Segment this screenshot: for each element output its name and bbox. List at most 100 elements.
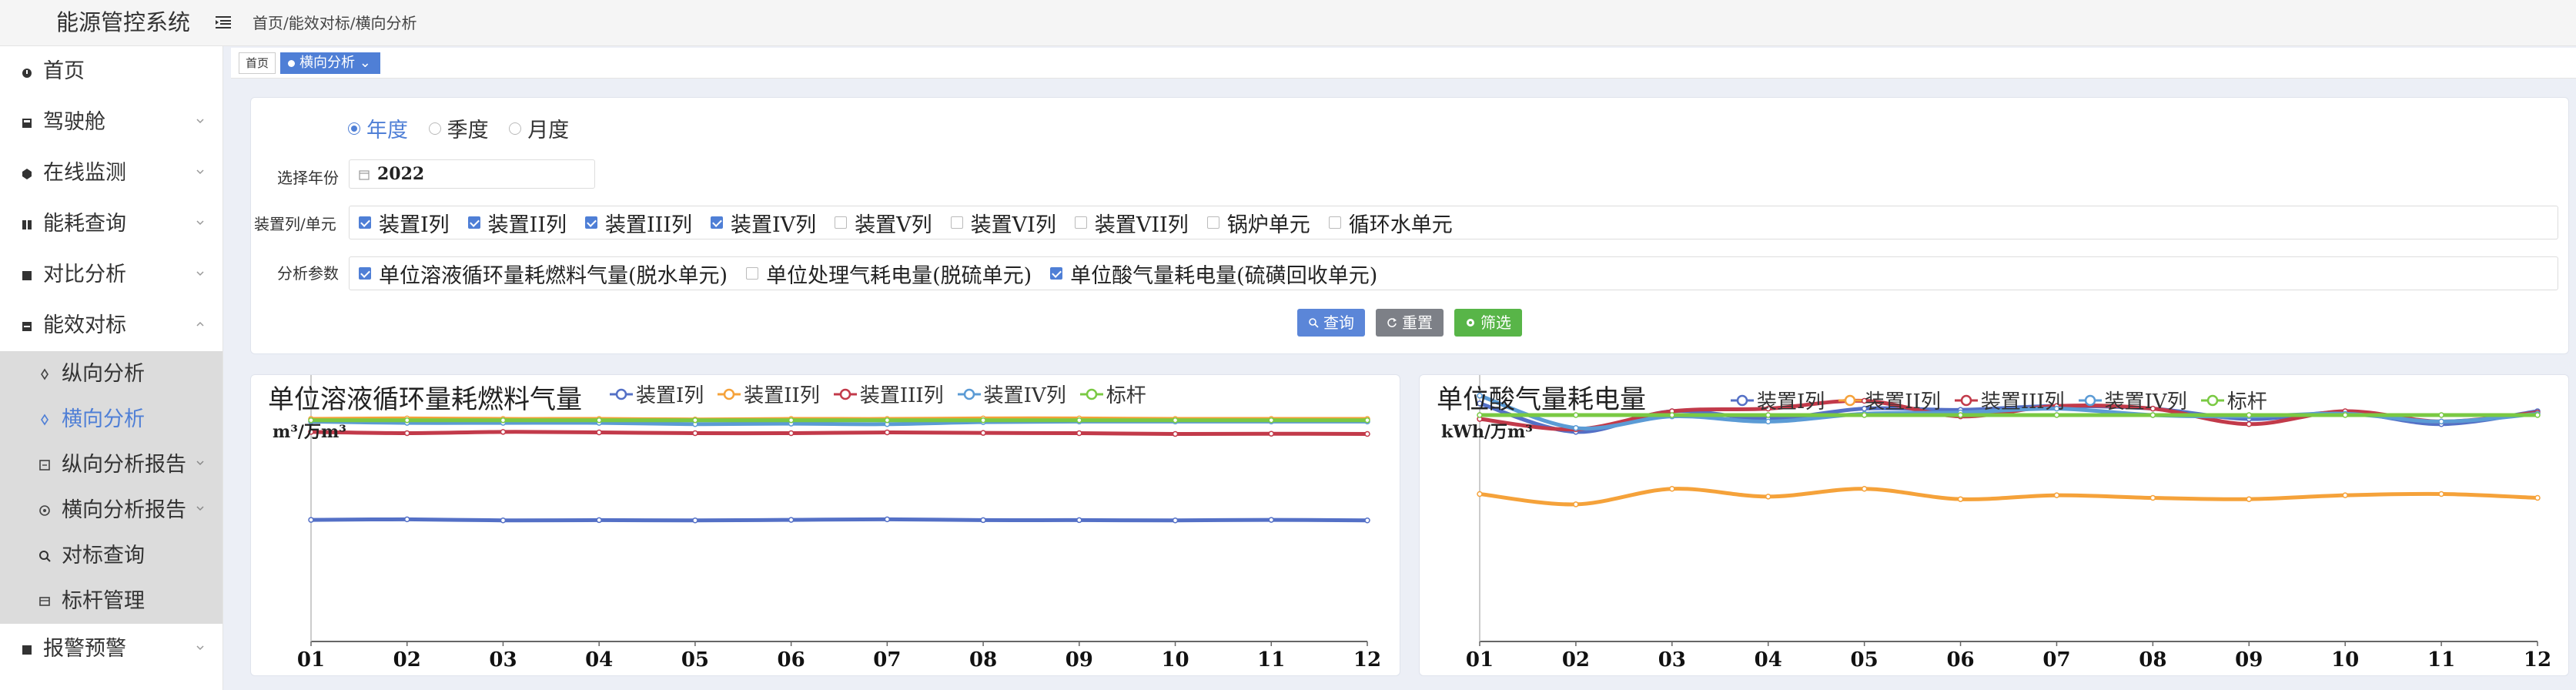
sidebar-item-home[interactable]: 首页 [0, 46, 222, 97]
series-point[interactable] [500, 518, 507, 524]
series-point[interactable] [1957, 496, 1964, 502]
submenu-item-horizontal-report[interactable]: 横向分析报告 [0, 487, 222, 533]
series-point[interactable] [2534, 494, 2541, 501]
series-point[interactable] [1268, 417, 1275, 424]
sidebar-item-benchmark[interactable]: 能效对标 [0, 300, 222, 351]
sidebar-item-compare[interactable]: 对比分析 [0, 250, 222, 300]
series-point[interactable] [692, 518, 698, 524]
series-point[interactable] [1172, 430, 1179, 437]
series-point[interactable] [980, 430, 986, 436]
series-point[interactable] [403, 516, 410, 523]
series-point[interactable] [884, 417, 891, 424]
checkbox-unit-2[interactable]: 装置II列 [467, 208, 567, 238]
sidebar-item-alarm[interactable]: 报警预警 [0, 624, 222, 675]
series-point[interactable] [2342, 412, 2348, 418]
submenu-item-vertical-analysis[interactable]: 纵向分析 [0, 351, 222, 397]
series-point[interactable] [2438, 418, 2444, 425]
checkbox-unit-7[interactable]: 装置VII列 [1074, 208, 1189, 238]
series-point[interactable] [308, 517, 314, 523]
series-point[interactable] [1765, 494, 1771, 500]
radio-quarter[interactable]: 季度 [428, 113, 489, 143]
checkbox-cooling-water-unit[interactable]: 循环水单元 [1328, 208, 1453, 238]
series-point[interactable] [1076, 517, 1082, 524]
series-line[interactable] [310, 430, 1368, 437]
series-point[interactable] [596, 417, 602, 424]
series-point[interactable] [2149, 494, 2156, 501]
checkbox-unit-4[interactable]: 装置IV列 [711, 208, 816, 238]
series-point[interactable] [788, 517, 795, 523]
series-point[interactable] [596, 429, 602, 436]
series-point[interactable] [1573, 425, 1579, 431]
series-point[interactable] [1172, 417, 1179, 424]
breadcrumb-item-home[interactable]: 首页 [253, 14, 283, 32]
checkbox-unit-5[interactable]: 装置V列 [835, 208, 932, 238]
legend-item[interactable]: 装置III列 [833, 380, 944, 408]
series-point[interactable] [403, 417, 410, 424]
submenu-item-benchmark-manage[interactable]: 标杆管理 [0, 578, 222, 624]
checkbox-unit-1[interactable]: 装置I列 [359, 208, 450, 238]
sidebar-item-monitor[interactable]: 在线监测 [0, 148, 222, 199]
series-point[interactable] [2438, 412, 2444, 418]
series-point[interactable] [980, 417, 986, 424]
legend-item[interactable]: 装置IV列 [957, 380, 1066, 408]
query-button[interactable]: 查询 [1297, 309, 1365, 337]
filter-button[interactable]: 筛选 [1454, 309, 1522, 337]
series-point[interactable] [1076, 417, 1082, 424]
legend-item[interactable]: 标杆 [1079, 380, 1146, 408]
submenu-item-horizontal-analysis[interactable]: 横向分析 [0, 397, 222, 442]
submenu-item-vertical-report[interactable]: 纵向分析报告 [0, 442, 222, 487]
series-point[interactable] [2246, 421, 2253, 427]
sidebar-item-cockpit[interactable]: 驾驶舱 [0, 97, 222, 148]
series-point[interactable] [2342, 492, 2348, 498]
series-point[interactable] [2534, 412, 2541, 418]
tab-home[interactable]: 首页 [239, 52, 276, 74]
menu-toggle-icon[interactable] [216, 15, 231, 29]
series-point[interactable] [596, 517, 602, 524]
series-point[interactable] [1669, 412, 1675, 418]
series-point[interactable] [788, 417, 795, 424]
series-line[interactable] [1479, 487, 2538, 507]
legend-item[interactable]: 装置II列 [1838, 386, 1941, 414]
legend-item[interactable]: 标杆 [2200, 386, 2267, 414]
series-point[interactable] [1477, 491, 1483, 497]
tab-dropdown-icon[interactable]: ⌄ [360, 55, 371, 71]
series-point[interactable] [403, 430, 410, 437]
series-point[interactable] [1669, 486, 1675, 492]
series-point[interactable] [1573, 501, 1579, 507]
series-point[interactable] [500, 429, 507, 435]
radio-month[interactable]: 月度 [509, 113, 569, 143]
series-point[interactable] [1364, 430, 1370, 437]
series-point[interactable] [1364, 518, 1370, 524]
legend-item[interactable]: 装置II列 [718, 380, 820, 408]
series-point[interactable] [2438, 491, 2444, 497]
checkbox-unit-6[interactable]: 装置VI列 [950, 208, 1056, 238]
series-point[interactable] [1172, 518, 1179, 524]
legend-item[interactable]: 装置III列 [1954, 386, 2065, 414]
radio-year[interactable]: 年度 [348, 113, 408, 143]
series-point[interactable] [788, 430, 795, 437]
checkbox-param-desulfur[interactable]: 单位处理气耗电量(脱硫单元) [746, 259, 1032, 289]
submenu-item-benchmark-query[interactable]: 对标查询 [0, 533, 222, 578]
series-point[interactable] [500, 417, 507, 424]
series-line[interactable] [310, 517, 1368, 523]
series-point[interactable] [2246, 496, 2253, 502]
series-point[interactable] [1765, 418, 1771, 425]
legend-item[interactable]: 装置IV列 [2078, 386, 2187, 414]
series-point[interactable] [1364, 417, 1370, 424]
breadcrumb-item-benchmark[interactable]: 能效对标 [289, 14, 350, 32]
series-point[interactable] [692, 430, 698, 437]
series-point[interactable] [692, 417, 698, 424]
series-point[interactable] [1268, 430, 1275, 437]
legend-item[interactable]: 装置I列 [1731, 386, 1825, 414]
series-point[interactable] [2053, 492, 2060, 498]
series-point[interactable] [980, 517, 986, 524]
legend-item[interactable]: 装置I列 [610, 380, 704, 408]
series-point[interactable] [1861, 486, 1868, 492]
checkbox-param-solvent[interactable]: 单位溶液循环量耗燃料气量(脱水单元) [359, 259, 728, 289]
series-point[interactable] [884, 516, 891, 523]
sidebar-item-energy-query[interactable]: 能耗查询 [0, 199, 222, 250]
checkbox-unit-3[interactable]: 装置III列 [585, 208, 692, 238]
reset-button[interactable]: 重置 [1376, 309, 1444, 337]
checkbox-boiler-unit[interactable]: 锅炉单元 [1206, 208, 1310, 238]
series-point[interactable] [884, 429, 891, 436]
